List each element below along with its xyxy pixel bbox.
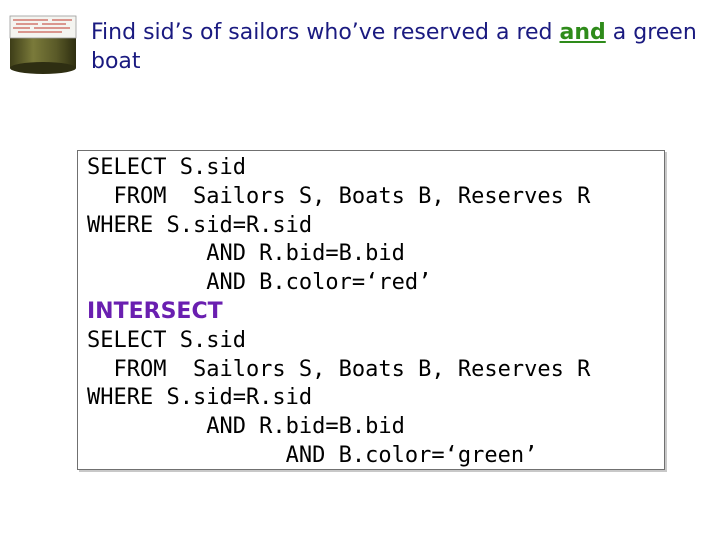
code-line: SELECT S.sid <box>87 327 246 353</box>
code-line: SELECT S.sid <box>87 155 246 180</box>
intersect-keyword: INTERSECT <box>87 298 223 324</box>
slide-title: Find sid’s of sailors who’ve reserved a … <box>91 18 711 76</box>
code-line: AND B.color=‘red’ <box>87 270 432 296</box>
code-line: WHERE S.sid=R.sid <box>87 385 313 411</box>
title-text-before: Find sid’s of sailors who’ve reserved a … <box>91 20 560 45</box>
code-line: FROM Sailors S, Boats B, Reserves R <box>87 356 591 382</box>
code-line: AND R.bid=B.bid <box>87 241 405 267</box>
title-highlight-and: and <box>559 20 606 45</box>
code-line: AND B.color=‘green’ <box>87 442 538 468</box>
sql-code: SELECT S.sid FROM Sailors S, Boats B, Re… <box>87 154 590 471</box>
code-line: WHERE S.sid=R.sid <box>87 212 313 238</box>
code-line: AND R.bid=B.bid <box>87 414 405 440</box>
sql-code-box: SELECT S.sid FROM Sailors S, Boats B, Re… <box>77 150 665 470</box>
database-cylinder-icon <box>8 14 78 76</box>
code-line: FROM Sailors S, Boats B, Reserves R <box>87 183 591 209</box>
